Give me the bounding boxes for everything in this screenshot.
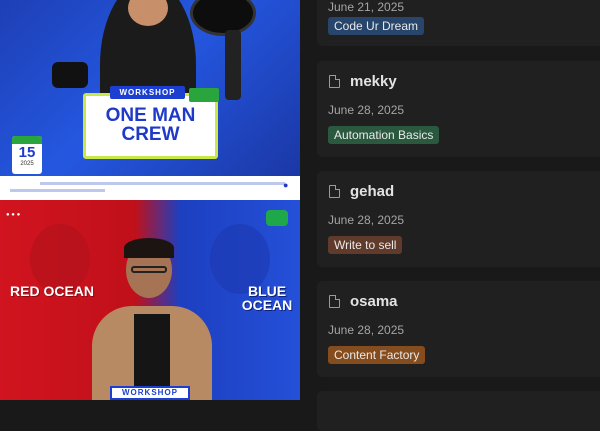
brand-logo-icon [266, 210, 288, 226]
social-icons: ● ● ● [6, 212, 21, 218]
item-date: June 28, 2025 [328, 323, 405, 337]
camera-icon [52, 62, 88, 88]
item-tag[interactable]: Write to sell [328, 236, 403, 254]
list-item[interactable] [317, 391, 600, 431]
page-icon [329, 185, 340, 198]
item-title[interactable]: gehad [350, 183, 394, 200]
gallery-column: ONE MAN CREW WORKSHOP 15 2025 ● ● ● ● RE… [0, 0, 300, 400]
page-icon [329, 295, 340, 308]
glasses-icon [131, 266, 167, 273]
workshop-poster-red-blue-ocean[interactable]: ● ● ● RED OCEAN BLUE OCEAN WORKSHOP [0, 200, 300, 400]
location-pin-icon: ● [283, 180, 289, 190]
list-item[interactable]: osama June 28, 2025 Content Factory [317, 281, 600, 377]
poster-date-year: 2025 [20, 161, 34, 167]
poster-person-hair [124, 238, 174, 258]
list-item[interactable]: gehad June 28, 2025 Write to sell [317, 171, 600, 267]
list-item[interactable]: June 21, 2025 Code Ur Dream [317, 0, 600, 46]
session-list: June 21, 2025 Code Ur Dream mekky June 2… [300, 0, 600, 431]
item-title[interactable]: osama [350, 293, 398, 310]
item-title-row: mekky [329, 73, 397, 90]
item-date: June 28, 2025 [328, 103, 405, 117]
poster-title-card: ONE MAN CREW [83, 93, 218, 159]
workshop-label: WORKSHOP [110, 386, 190, 400]
item-tag[interactable]: Automation Basics [328, 126, 440, 144]
poster-date-box: 15 2025 [12, 136, 42, 174]
item-title-row: gehad [329, 183, 394, 200]
list-item[interactable]: mekky June 28, 2025 Automation Basics [317, 61, 600, 157]
item-tag[interactable]: Content Factory [328, 346, 426, 364]
poster-green-tag [189, 88, 219, 102]
page-icon [329, 75, 340, 88]
poster-footer: ● [0, 176, 300, 200]
blue-ocean-heading: BLUE OCEAN [241, 283, 293, 313]
gimbal-icon [225, 30, 241, 100]
workshop-poster-one-man-crew[interactable]: ONE MAN CREW WORKSHOP 15 2025 ● [0, 0, 300, 200]
workshop-label: WORKSHOP [110, 86, 185, 99]
item-date: June 21, 2025 [328, 0, 405, 14]
item-tag[interactable]: Code Ur Dream [328, 17, 425, 35]
camera-lens-icon [190, 0, 256, 36]
red-ocean-heading: RED OCEAN [10, 283, 95, 299]
poster-date-day: 15 [18, 144, 36, 161]
item-title[interactable]: mekky [350, 73, 397, 90]
poster-title: ONE MAN CREW [105, 105, 196, 145]
item-title-row: osama [329, 293, 398, 310]
item-date: June 28, 2025 [328, 213, 405, 227]
